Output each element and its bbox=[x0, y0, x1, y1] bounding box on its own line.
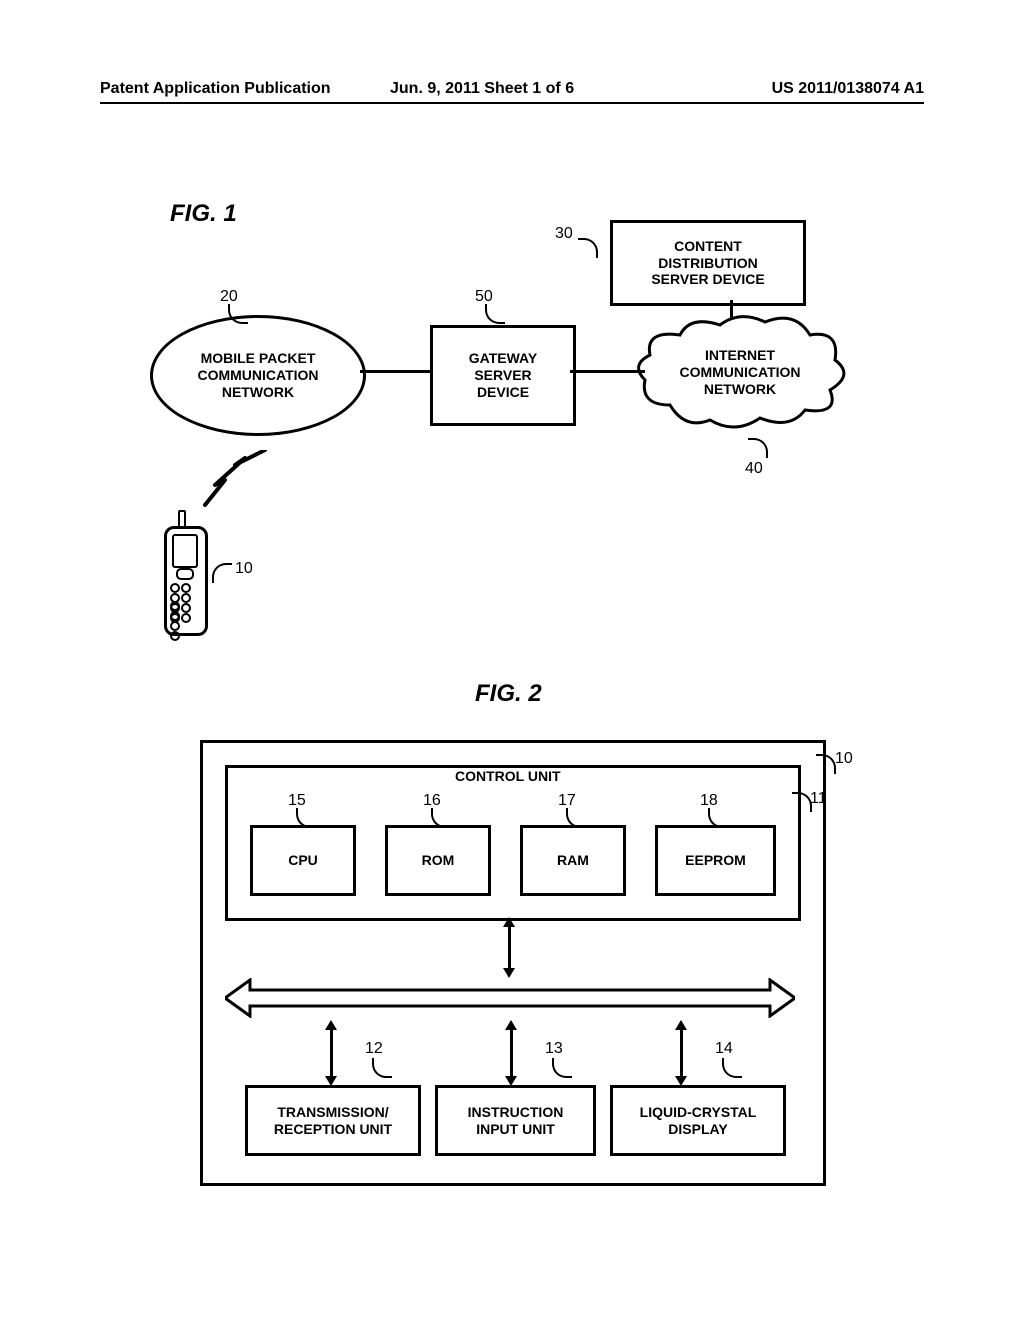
ref-txrx-label: 12 bbox=[365, 1040, 383, 1058]
line-gateway-internet bbox=[570, 370, 645, 373]
cpu-text: CPU bbox=[288, 852, 318, 868]
txrx-box: TRANSMISSION/ RECEPTION UNIT bbox=[245, 1085, 421, 1156]
arrow-bus-lcd bbox=[680, 1028, 683, 1078]
input-text: INSTRUCTION INPUT UNIT bbox=[468, 1104, 564, 1136]
line-mobile-gateway bbox=[360, 370, 430, 373]
eeprom-text: EEPROM bbox=[685, 852, 746, 868]
ref-outer-label: 10 bbox=[835, 750, 853, 768]
ref-40-leader bbox=[748, 438, 768, 458]
mobile-network-ellipse: MOBILE PACKET COMMUNICATION NETWORK bbox=[150, 315, 366, 436]
ref-outer-leader bbox=[816, 754, 836, 774]
content-server-text: CONTENT DISTRIBUTION SERVER DEVICE bbox=[651, 238, 764, 288]
ref-30-leader bbox=[578, 238, 598, 258]
control-unit-title: CONTROL UNIT bbox=[455, 768, 561, 784]
mobile-network-text: MOBILE PACKET COMMUNICATION NETWORK bbox=[197, 350, 318, 400]
eeprom-box: EEPROM bbox=[655, 825, 776, 896]
figure-2: 10 CONTROL UNIT 11 CPU 15 ROM 16 RAM 17 … bbox=[200, 720, 840, 1200]
gateway-box: GATEWAY SERVER DEVICE bbox=[430, 325, 576, 426]
ref-control-label: 11 bbox=[810, 790, 827, 808]
ref-10-leader bbox=[212, 563, 232, 583]
ram-box: RAM bbox=[520, 825, 626, 896]
mobile-phone-icon bbox=[160, 510, 206, 630]
cpu-box: CPU bbox=[250, 825, 356, 896]
figure-2-label: FIG. 2 bbox=[475, 680, 542, 708]
figure-1: FIG. 1 CONTENT DISTRIBUTION SERVER DEVIC… bbox=[140, 170, 920, 670]
gateway-text: GATEWAY SERVER DEVICE bbox=[469, 350, 537, 400]
header-pub-number: US 2011/0138074 A1 bbox=[772, 80, 924, 98]
header-publication: Patent Application Publication bbox=[100, 80, 331, 98]
system-bus bbox=[225, 978, 795, 1018]
lcd-box: LIQUID-CRYSTAL DISPLAY bbox=[610, 1085, 786, 1156]
ref-10-label: 10 bbox=[235, 560, 253, 578]
ref-lcd-label: 14 bbox=[715, 1040, 733, 1058]
rom-text: ROM bbox=[422, 852, 455, 868]
ref-30-label: 30 bbox=[555, 225, 573, 243]
lcd-text: LIQUID-CRYSTAL DISPLAY bbox=[640, 1104, 757, 1136]
internet-cloud: INTERNET COMMUNICATION NETWORK bbox=[630, 310, 850, 435]
ref-input-label: 13 bbox=[545, 1040, 563, 1058]
header-date-sheet: Jun. 9, 2011 Sheet 1 of 6 bbox=[390, 80, 574, 98]
page: Patent Application Publication Jun. 9, 2… bbox=[0, 0, 1024, 1320]
arrow-control-bus bbox=[508, 925, 511, 970]
internet-text: INTERNET COMMUNICATION NETWORK bbox=[679, 347, 800, 397]
arrow-bus-txrx bbox=[330, 1028, 333, 1078]
arrow-bus-input bbox=[510, 1028, 513, 1078]
header-rule bbox=[100, 102, 924, 104]
txrx-text: TRANSMISSION/ RECEPTION UNIT bbox=[274, 1104, 392, 1136]
ram-text: RAM bbox=[557, 852, 589, 868]
content-server-box: CONTENT DISTRIBUTION SERVER DEVICE bbox=[610, 220, 806, 306]
ref-50-leader bbox=[485, 304, 505, 324]
figure-1-label: FIG. 1 bbox=[170, 200, 237, 228]
input-box: INSTRUCTION INPUT UNIT bbox=[435, 1085, 596, 1156]
wireless-icon bbox=[200, 450, 270, 518]
line-content-internet bbox=[730, 300, 733, 320]
rom-box: ROM bbox=[385, 825, 491, 896]
ref-40-label: 40 bbox=[745, 460, 763, 478]
